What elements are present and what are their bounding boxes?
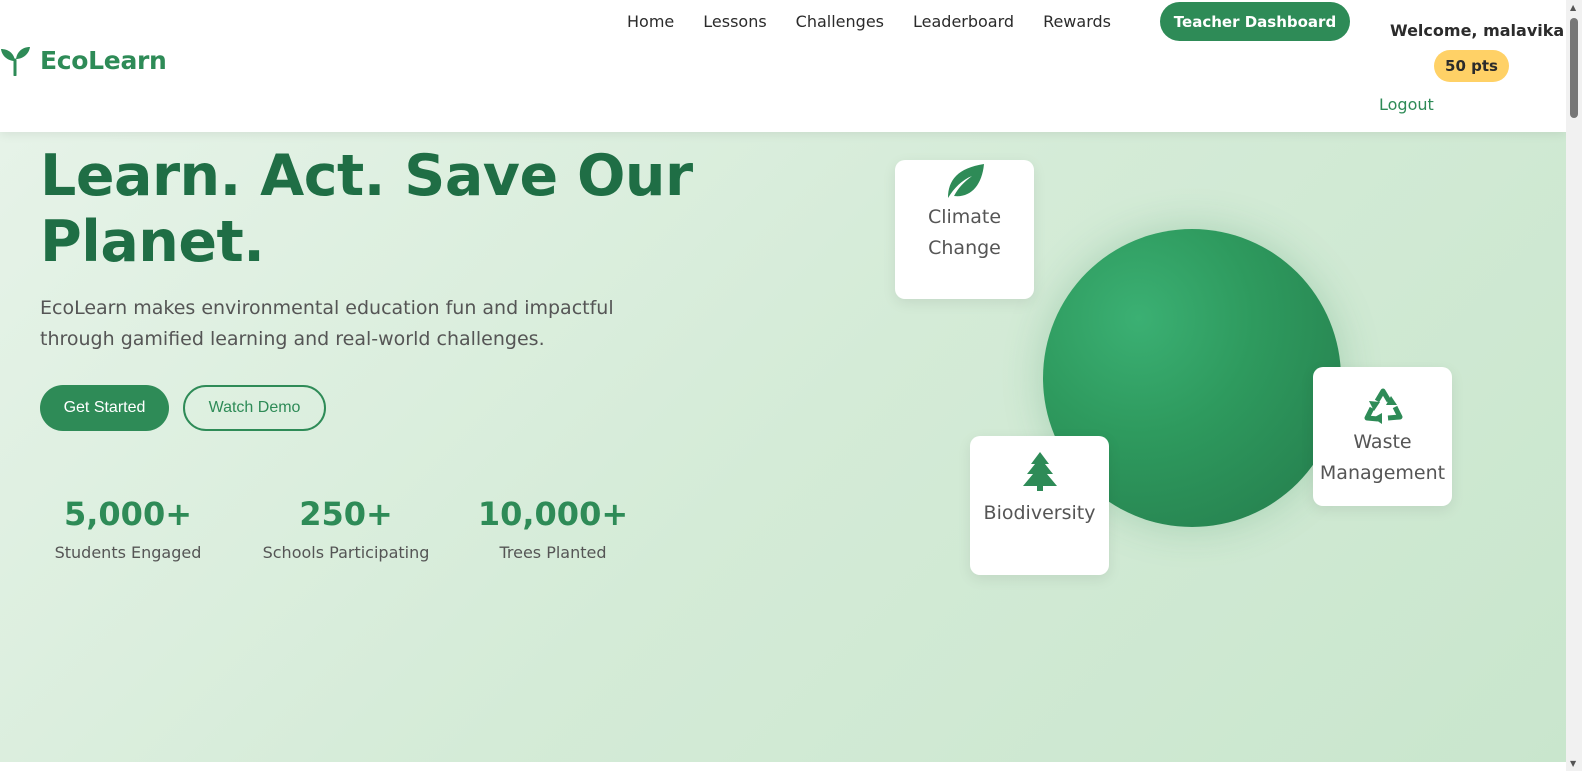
stat-trees: 10,000+ Trees Planted <box>477 494 629 562</box>
scroll-thumb[interactable] <box>1570 18 1578 118</box>
page-bottom-strip <box>0 762 1566 771</box>
site-header: EcoLearn Home Lessons Challenges Leaderb… <box>0 0 1566 132</box>
nav-home[interactable]: Home <box>627 12 674 31</box>
stat-value: 10,000+ <box>477 495 629 533</box>
hero-section: Learn. Act. Save Our Planet. EcoLearn ma… <box>0 132 1566 762</box>
hero-description: EcoLearn makes environmental education f… <box>40 297 614 350</box>
hero-title-line2: Planet. <box>40 209 265 275</box>
topic-card-biodiversity[interactable]: Biodiversity <box>970 436 1109 575</box>
sprout-icon <box>1 47 30 76</box>
tree-icon <box>1022 452 1057 491</box>
topic-label: Biodiversity <box>983 502 1096 524</box>
stat-label: Schools Participating <box>262 543 430 562</box>
topic-label: Waste Management <box>1319 430 1446 484</box>
brand-name: EcoLearn <box>40 45 167 75</box>
stat-value: 250+ <box>299 495 393 533</box>
stat-students: 5,000+ Students Engaged <box>40 494 216 562</box>
page-scrollbar[interactable]: ▲ ▼ <box>1566 0 1582 771</box>
scroll-down-icon[interactable]: ▼ <box>1570 759 1576 768</box>
logout-link[interactable]: Logout <box>1379 95 1434 114</box>
hero-title: Learn. Act. Save Our Planet. <box>40 143 740 275</box>
brand-logo[interactable]: EcoLearn <box>0 44 167 76</box>
nav-lessons[interactable]: Lessons <box>703 12 766 31</box>
nav-rewards[interactable]: Rewards <box>1043 12 1111 31</box>
leaf-icon <box>947 164 984 198</box>
welcome-text: Welcome, malavika <box>1390 21 1565 40</box>
watch-demo-button[interactable]: Watch Demo <box>183 385 326 431</box>
points-badge: 50 pts <box>1434 50 1509 82</box>
nav-challenges[interactable]: Challenges <box>796 12 884 31</box>
topic-card-climate-change[interactable]: Climate Change <box>895 160 1034 299</box>
recycle-icon <box>1364 388 1402 424</box>
nav-leaderboard[interactable]: Leaderboard <box>913 12 1014 31</box>
get-started-button[interactable]: Get Started <box>40 385 169 431</box>
stat-schools: 250+ Schools Participating <box>256 494 436 562</box>
topic-card-waste-management[interactable]: Waste Management <box>1313 367 1452 506</box>
stat-label: Students Engaged <box>54 543 202 562</box>
scroll-up-icon[interactable]: ▲ <box>1570 3 1576 12</box>
topic-label: Climate Change <box>927 206 1002 259</box>
stat-label: Trees Planted <box>499 543 607 562</box>
teacher-dashboard-button[interactable]: Teacher Dashboard <box>1160 2 1350 41</box>
main-nav: Home Lessons Challenges Leaderboard Rewa… <box>627 0 1140 42</box>
hero-title-line1: Learn. Act. Save Our <box>40 143 693 209</box>
stat-value: 5,000+ <box>63 495 193 533</box>
